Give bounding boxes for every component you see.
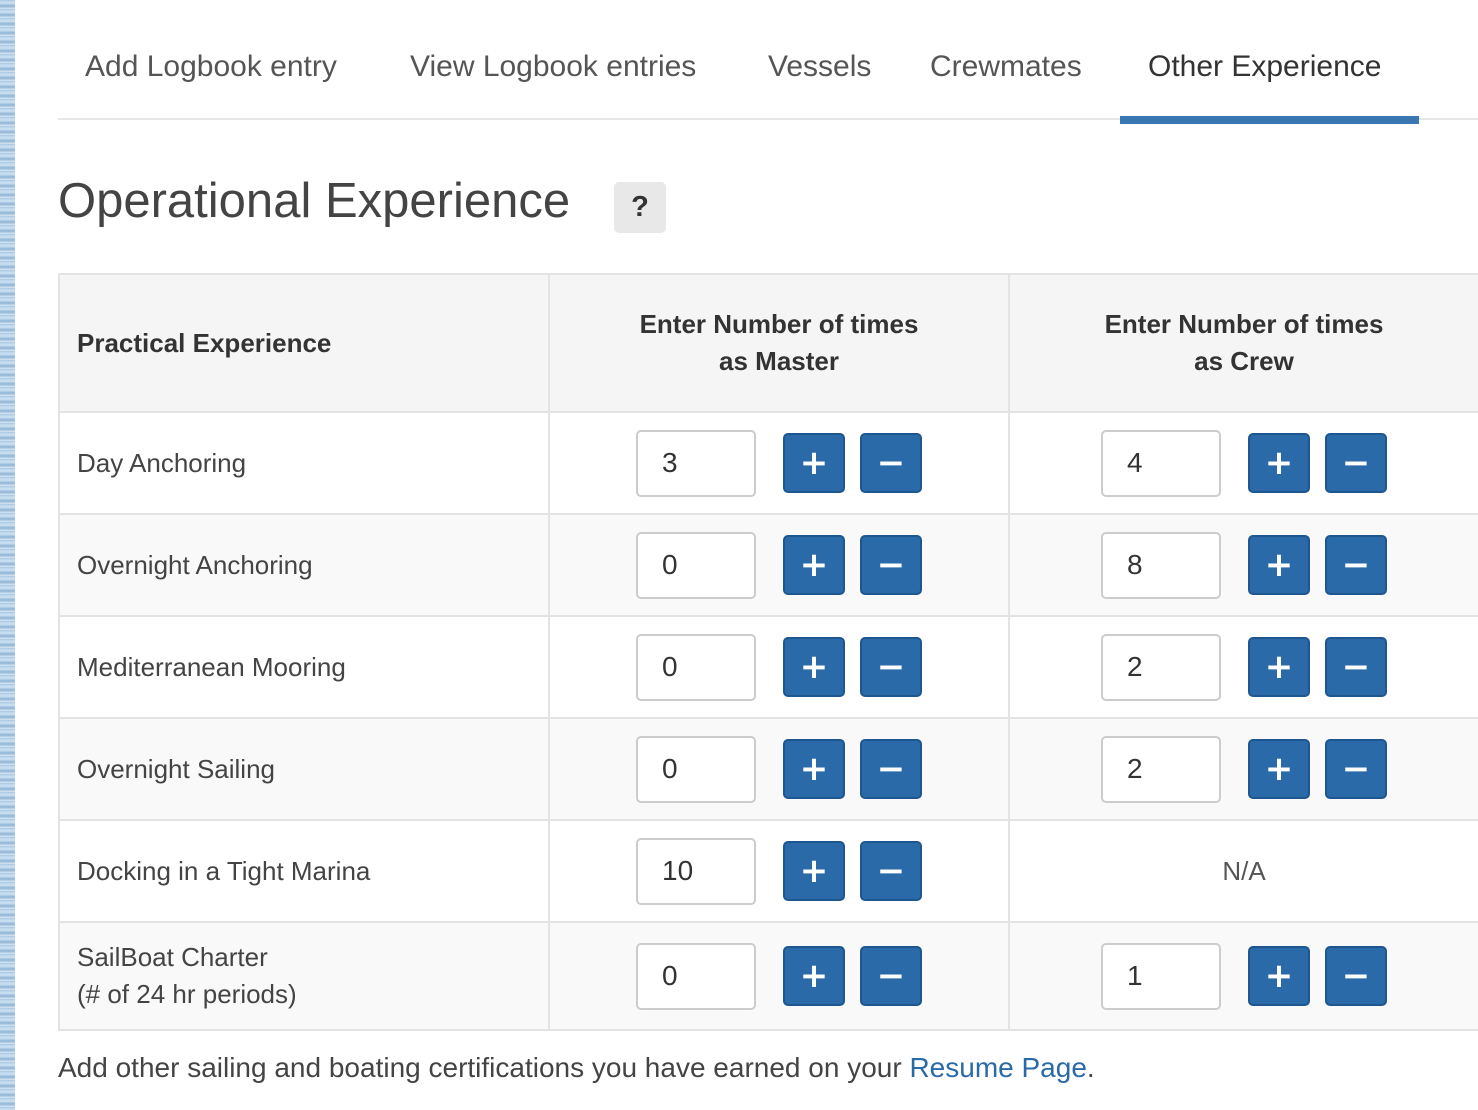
crew-decrement-button[interactable]: − xyxy=(1325,433,1387,493)
header-crew: Enter Number of times as Crew xyxy=(1008,273,1478,413)
master-cell: + − xyxy=(548,615,1010,719)
footer-text: Add other sailing and boating certificat… xyxy=(58,1052,910,1083)
master-cell: + − xyxy=(548,411,1010,515)
master-increment-button[interactable]: + xyxy=(783,739,845,799)
crew-count-input[interactable] xyxy=(1101,942,1221,1010)
master-cell: + − xyxy=(548,921,1010,1031)
table-row: Day Anchoring + − + − xyxy=(58,411,1478,515)
crew-decrement-button[interactable]: − xyxy=(1325,739,1387,799)
master-counter: + − xyxy=(550,942,1008,1010)
table-row: Overnight Sailing + − + − xyxy=(58,717,1478,821)
master-increment-button[interactable]: + xyxy=(783,433,845,493)
row-label: Mediterranean Mooring xyxy=(58,615,550,719)
master-increment-button[interactable]: + xyxy=(783,841,845,901)
crew-counter: + − xyxy=(1010,735,1478,803)
master-counter: + − xyxy=(550,735,1008,803)
tab-vessels[interactable]: Vessels xyxy=(768,50,871,118)
master-count-input[interactable] xyxy=(636,633,756,701)
master-count-input[interactable] xyxy=(636,429,756,497)
crew-cell: + − xyxy=(1008,717,1478,821)
crew-cell: + − xyxy=(1008,411,1478,515)
page-title: Operational Experience xyxy=(58,174,571,228)
crew-count-input[interactable] xyxy=(1101,735,1221,803)
crew-increment-button[interactable]: + xyxy=(1248,433,1310,493)
header-master-line2: as Master xyxy=(719,346,839,376)
crew-decrement-button[interactable]: − xyxy=(1325,946,1387,1006)
master-increment-button[interactable]: + xyxy=(783,535,845,595)
master-cell: + − xyxy=(548,717,1010,821)
master-counter: + − xyxy=(550,531,1008,599)
tab-bar: Add Logbook entry View Logbook entries V… xyxy=(58,0,1478,120)
resume-page-link[interactable]: Resume Page xyxy=(909,1052,1086,1083)
master-decrement-button[interactable]: − xyxy=(860,739,922,799)
header-practical-experience: Practical Experience xyxy=(58,273,550,413)
crew-increment-button[interactable]: + xyxy=(1248,535,1310,595)
master-decrement-button[interactable]: − xyxy=(860,637,922,697)
table-header-row: Practical Experience Enter Number of tim… xyxy=(58,273,1478,413)
master-counter: + − xyxy=(550,633,1008,701)
master-increment-button[interactable]: + xyxy=(783,637,845,697)
crew-counter: + − xyxy=(1010,942,1478,1010)
row-label: Overnight Anchoring xyxy=(58,513,550,617)
crew-counter: + − xyxy=(1010,531,1478,599)
master-cell: + − xyxy=(548,819,1010,923)
master-decrement-button[interactable]: − xyxy=(860,841,922,901)
header-master-line1: Enter Number of times xyxy=(639,309,919,339)
crew-count-input[interactable] xyxy=(1101,531,1221,599)
table-row: SailBoat Charter (# of 24 hr periods) + … xyxy=(58,921,1478,1031)
row-label: Day Anchoring xyxy=(58,411,550,515)
crew-count-input[interactable] xyxy=(1101,633,1221,701)
footer-note: Add other sailing and boating certificat… xyxy=(58,1052,1095,1084)
tab-view-logbook-entries[interactable]: View Logbook entries xyxy=(410,50,696,118)
crew-increment-button[interactable]: + xyxy=(1248,637,1310,697)
master-decrement-button[interactable]: − xyxy=(860,535,922,595)
experience-table: Practical Experience Enter Number of tim… xyxy=(58,273,1478,1031)
row-label-note: (# of 24 hr periods) xyxy=(77,979,297,1009)
table-row: Docking in a Tight Marina + − N/A xyxy=(58,819,1478,923)
master-decrement-button[interactable]: − xyxy=(860,433,922,493)
window-edge-strip xyxy=(0,0,15,1110)
crew-cell: + − xyxy=(1008,513,1478,617)
header-crew-line1: Enter Number of times xyxy=(1104,309,1384,339)
master-counter: + − xyxy=(550,429,1008,497)
crew-increment-button[interactable]: + xyxy=(1248,946,1310,1006)
master-increment-button[interactable]: + xyxy=(783,946,845,1006)
header-master: Enter Number of times as Master xyxy=(548,273,1010,413)
crew-cell: + − xyxy=(1008,615,1478,719)
table-row: Mediterranean Mooring + − + − xyxy=(58,615,1478,719)
row-label-multiline: SailBoat Charter (# of 24 hr periods) xyxy=(58,921,550,1031)
master-count-input[interactable] xyxy=(636,531,756,599)
active-tab-indicator xyxy=(1120,116,1419,124)
crew-decrement-button[interactable]: − xyxy=(1325,535,1387,595)
crew-increment-button[interactable]: + xyxy=(1248,739,1310,799)
master-count-input[interactable] xyxy=(636,735,756,803)
row-label: SailBoat Charter xyxy=(77,942,268,972)
row-label: Overnight Sailing xyxy=(58,717,550,821)
tab-crewmates[interactable]: Crewmates xyxy=(930,50,1082,118)
master-cell: + − xyxy=(548,513,1010,617)
crew-not-applicable: N/A xyxy=(1008,819,1478,923)
tab-add-logbook-entry[interactable]: Add Logbook entry xyxy=(85,50,337,118)
crew-counter: + − xyxy=(1010,633,1478,701)
table-row: Overnight Anchoring + − + − xyxy=(58,513,1478,617)
help-button[interactable]: ? xyxy=(614,182,666,233)
crew-decrement-button[interactable]: − xyxy=(1325,637,1387,697)
master-count-input[interactable] xyxy=(636,942,756,1010)
master-decrement-button[interactable]: − xyxy=(860,946,922,1006)
master-count-input[interactable] xyxy=(636,837,756,905)
master-counter: + − xyxy=(550,837,1008,905)
crew-count-input[interactable] xyxy=(1101,429,1221,497)
tab-other-experience[interactable]: Other Experience xyxy=(1148,50,1381,118)
crew-counter: + − xyxy=(1010,429,1478,497)
crew-cell: + − xyxy=(1008,921,1478,1031)
header-crew-line2: as Crew xyxy=(1194,346,1294,376)
row-label: Docking in a Tight Marina xyxy=(58,819,550,923)
footer-suffix: . xyxy=(1086,1052,1095,1083)
